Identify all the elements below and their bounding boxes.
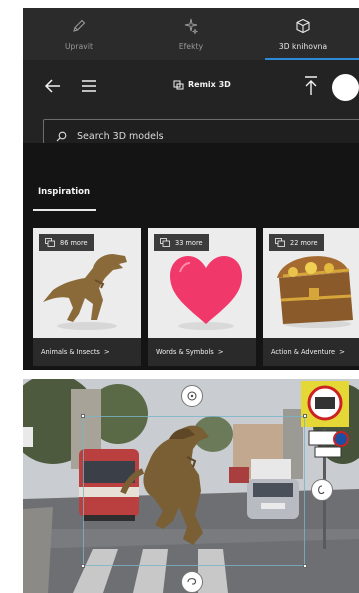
card-footer: Words & Symbols > — [148, 338, 256, 366]
category-card-words[interactable]: 33 more Words & Symbols > — [148, 228, 256, 366]
resize-handle[interactable] — [81, 564, 85, 568]
more-count-badge: 33 more — [154, 234, 209, 251]
chevron-right-icon: > — [339, 348, 345, 356]
category-card-action[interactable]: 22 more Action & Adventure > — [263, 228, 359, 366]
rotate-x-handle[interactable] — [181, 571, 203, 593]
category-card-animals[interactable]: 86 more Animals & Insects > — [33, 228, 141, 366]
user-avatar[interactable] — [332, 74, 359, 101]
cube-icon — [296, 18, 310, 34]
search-input[interactable]: Search 3D models — [77, 131, 164, 142]
card-label: Animals & Insects — [41, 348, 100, 356]
pencil-icon — [73, 19, 86, 32]
tab-3d-library[interactable]: 3D knihovna — [247, 8, 359, 60]
hamburger-menu-icon[interactable] — [81, 78, 97, 94]
rotate-icon — [187, 578, 196, 585]
brand-title: Remix 3D — [188, 80, 231, 89]
card-footer: Action & Adventure > — [263, 338, 359, 366]
resize-handle[interactable] — [303, 414, 307, 418]
top-tab-bar: Upravit Efekty 3D knihovna — [23, 8, 359, 60]
tab-inspiration[interactable]: Inspiration — [38, 187, 90, 197]
library-content: Inspiration 86 more Animals & Insects > — [23, 143, 359, 370]
resize-handle[interactable] — [303, 564, 307, 568]
upload-icon[interactable] — [302, 75, 320, 97]
card-label: Words & Symbols — [156, 348, 214, 356]
badge-count: 33 more — [175, 238, 203, 247]
rotate-icon — [187, 391, 197, 401]
model-selection-box[interactable] — [81, 414, 307, 568]
rotate-y-handle[interactable] — [311, 479, 333, 501]
card-label: Action & Adventure — [271, 348, 336, 356]
search-icon — [56, 131, 67, 141]
tab-edit[interactable]: Upravit — [23, 8, 135, 60]
tab-underline — [33, 209, 96, 211]
models-stack-icon — [160, 238, 170, 247]
models-stack-icon — [275, 238, 285, 247]
card-footer: Animals & Insects > — [33, 338, 141, 366]
more-count-badge: 22 more — [269, 234, 324, 251]
sparkle-icon — [184, 18, 198, 34]
library-header: Remix 3D Search 3D models — [23, 60, 359, 153]
badge-count: 86 more — [60, 238, 88, 247]
tab-label: Upravit — [64, 42, 94, 51]
rotate-icon — [318, 485, 325, 494]
badge-count: 22 more — [290, 238, 318, 247]
back-arrow-icon[interactable] — [43, 76, 63, 96]
tab-label: 3D knihovna — [278, 42, 328, 51]
tab-label: Efekty — [178, 42, 204, 51]
library-panel: Upravit Efekty 3D knihovna Remix 3D Sear… — [23, 8, 359, 370]
remix3d-logo-icon — [173, 80, 184, 90]
chevron-right-icon: > — [103, 348, 110, 356]
models-stack-icon — [45, 238, 55, 247]
rotate-z-handle[interactable] — [181, 385, 203, 407]
resize-handle[interactable] — [81, 414, 85, 418]
ar-scene[interactable] — [23, 379, 359, 593]
more-count-badge: 86 more — [39, 234, 94, 251]
chevron-right-icon: > — [217, 348, 224, 356]
remix3d-brand: Remix 3D — [173, 79, 231, 90]
tab-effects[interactable]: Efekty — [135, 8, 247, 60]
